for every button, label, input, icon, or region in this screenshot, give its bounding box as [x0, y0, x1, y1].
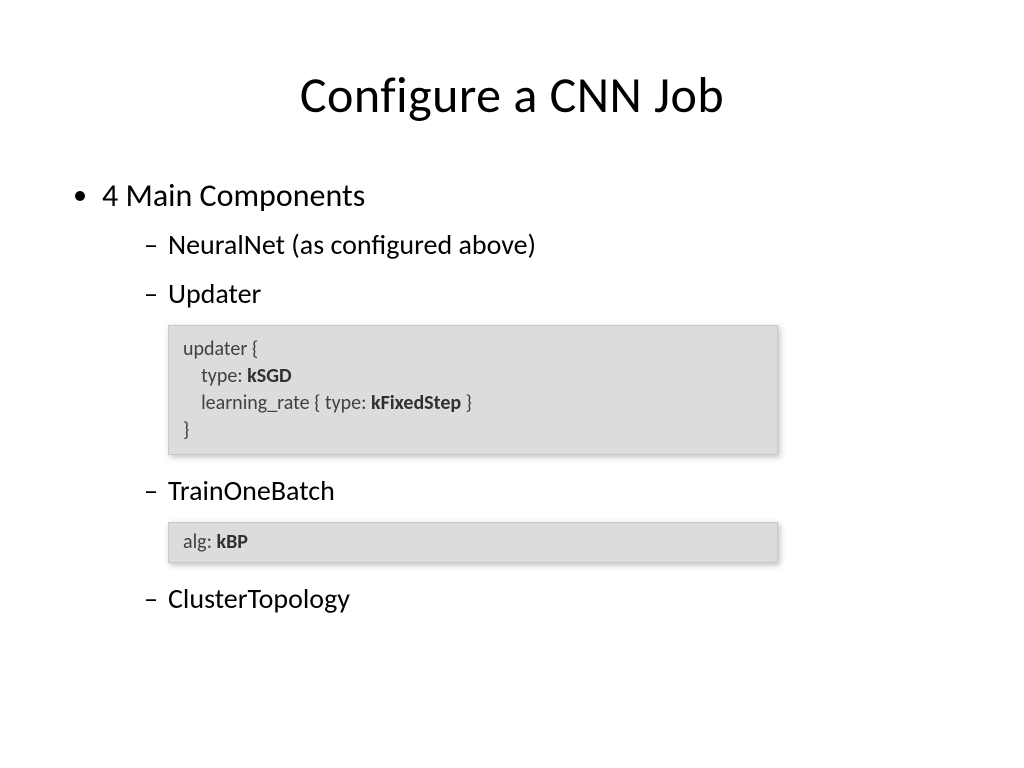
code-keyword: kFixedStep — [371, 391, 461, 415]
code-block-updater: updater { type: kSGD learning_rate { typ… — [168, 325, 778, 455]
bullet-list-level1: 4 Main Components NeuralNet (as configur… — [70, 176, 954, 616]
bullet-main-components-label: 4 Main Components — [102, 176, 365, 215]
slide: Configure a CNN Job 4 Main Components Ne… — [0, 0, 1024, 768]
bullet-list-level2: NeuralNet (as configured above) Updater — [102, 227, 954, 311]
bullet-main-components: 4 Main Components NeuralNet (as configur… — [102, 176, 954, 616]
bullet-list-level2b: TrainOneBatch — [102, 473, 954, 508]
subitem-trainonebatch: TrainOneBatch — [144, 473, 954, 508]
code-block-alg: alg: kBP — [168, 522, 778, 563]
code-line: updater { — [183, 337, 258, 361]
subitem-clustertopology: ClusterTopology — [144, 581, 954, 616]
code-line: type: — [183, 364, 247, 388]
code-line: } — [183, 418, 189, 442]
subitem-neuralnet: NeuralNet (as configured above) — [144, 227, 954, 262]
subitem-updater: Updater — [144, 276, 954, 311]
code-line: alg: — [183, 530, 216, 554]
code-keyword: kSGD — [247, 364, 291, 388]
code-line: } — [461, 391, 472, 415]
code-line: learning_rate { type: — [183, 391, 371, 415]
slide-title: Configure a CNN Job — [70, 65, 954, 126]
code-keyword: kBP — [216, 530, 247, 554]
bullet-list-level2c: ClusterTopology — [102, 581, 954, 616]
